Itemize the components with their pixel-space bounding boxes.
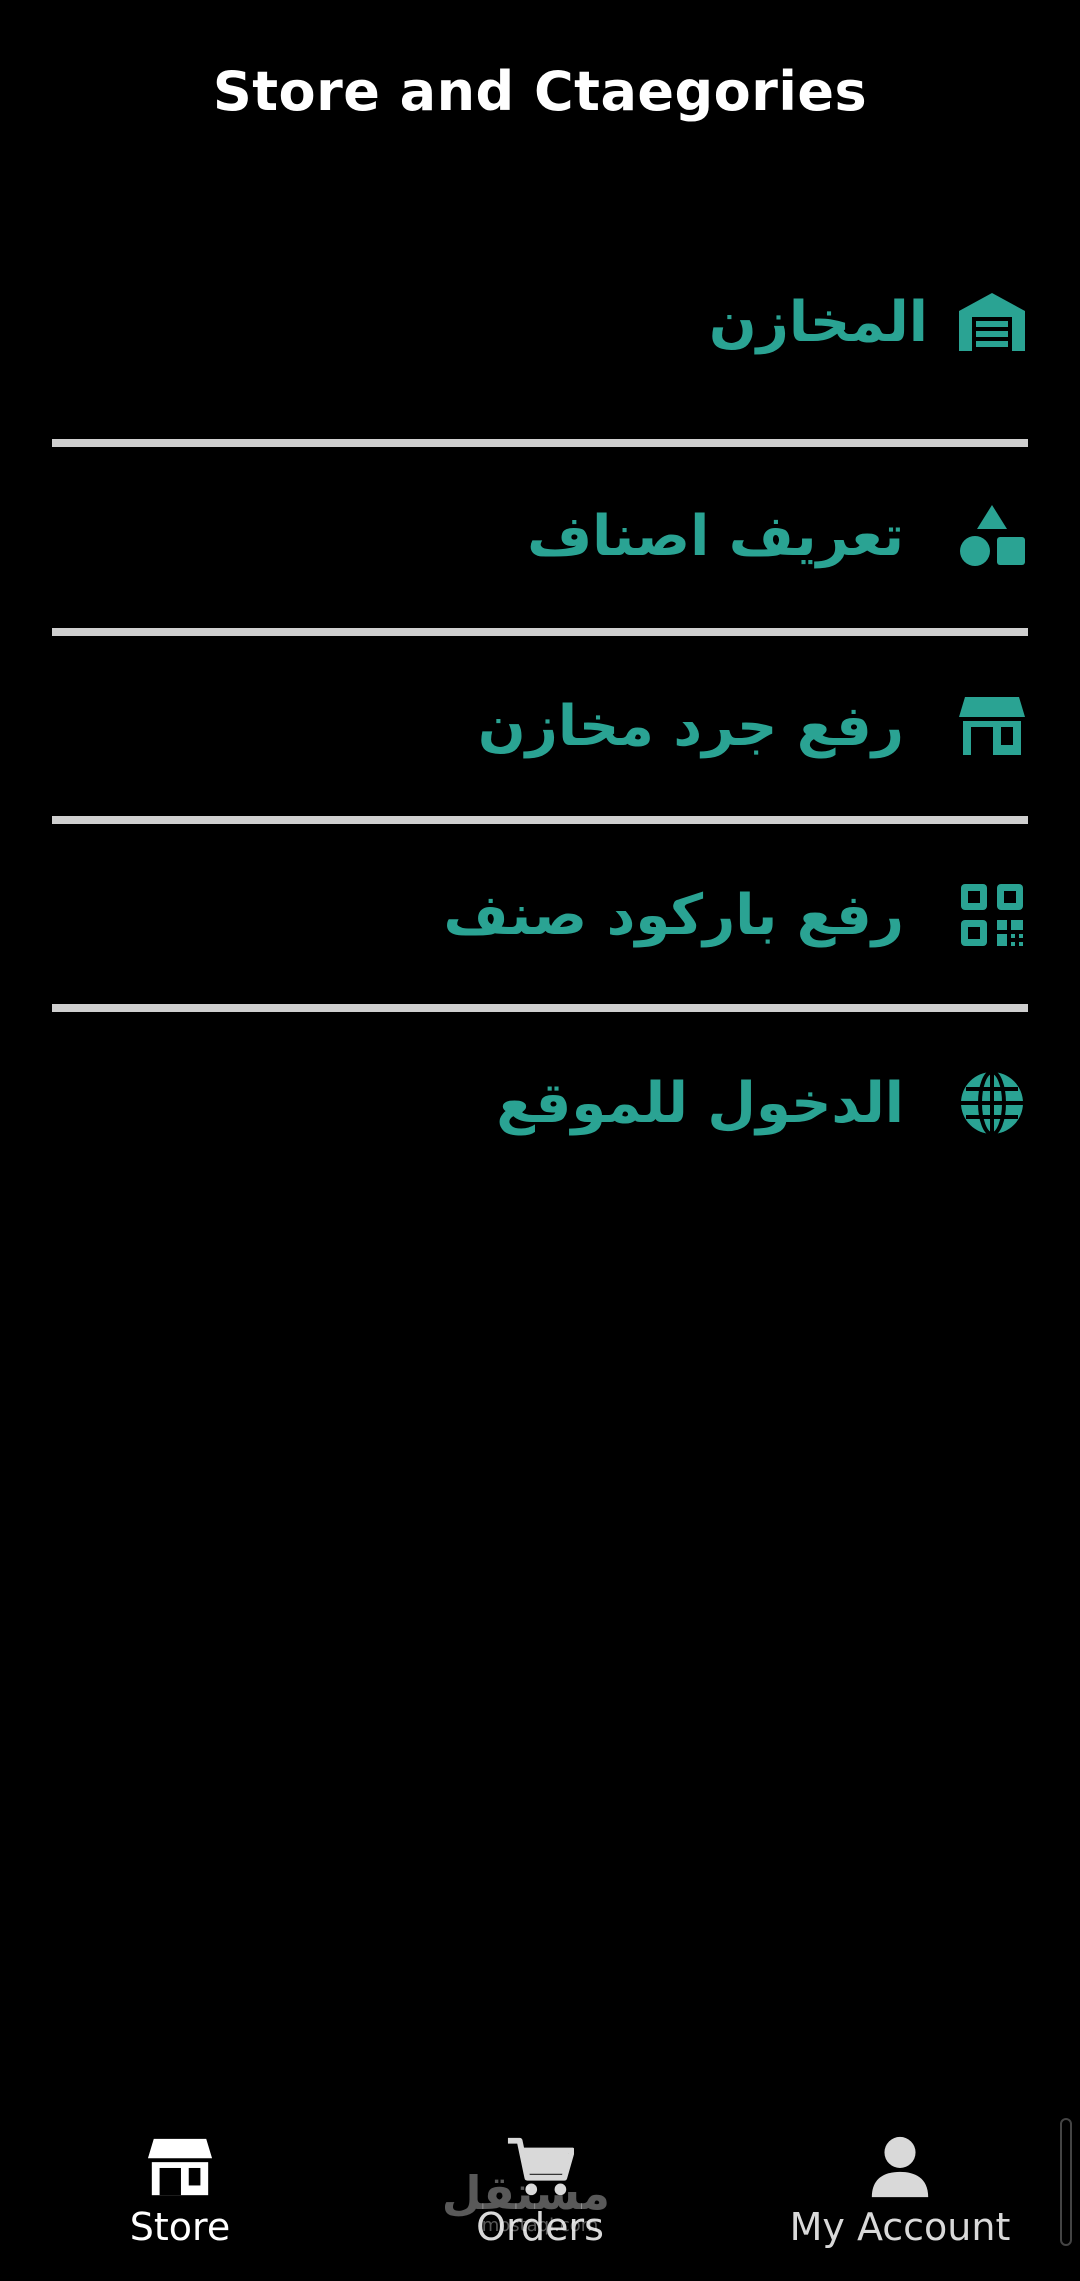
menu-item-upload-barcode[interactable]: رفع باركود صنف [52,855,1028,975]
divider [52,1004,1028,1012]
bottom-navigation: Store Orders My Account [0,2121,1080,2281]
menu-item-label: المخازن [708,289,928,355]
nav-item-orders[interactable]: Orders [360,2121,720,2281]
menu-item-label: تعريف اصناف [527,503,904,569]
menu-item-upload-inventory[interactable]: رفع جرد مخازن [52,666,1028,786]
nav-label: Orders [476,2205,604,2249]
menu-item-warehouses[interactable]: المخازن [52,262,1028,382]
divider [52,816,1028,824]
store-icon [956,690,1028,762]
menu-item-define-categories[interactable]: تعريف اصناف [52,476,1028,596]
nav-item-my-account[interactable]: My Account [720,2121,1080,2281]
page-title: Store and Ctaegories [212,60,868,123]
warehouse-icon [956,286,1028,358]
scrollbar[interactable] [1060,2118,1072,2246]
store-icon [146,2133,214,2201]
menu-item-label: رفع باركود صنف [443,882,904,948]
globe-icon [956,1067,1028,1139]
menu-item-label: الدخول للموقع [496,1070,904,1136]
cart-icon [506,2133,574,2201]
person-icon [866,2133,934,2201]
divider [52,628,1028,636]
nav-label: Store [129,2205,231,2249]
menu-item-label: رفع جرد مخازن [477,693,904,759]
menu-item-website-login[interactable]: الدخول للموقع [52,1043,1028,1163]
divider [52,439,1028,447]
nav-label: My Account [789,2205,1011,2249]
shapes-icon [956,500,1028,572]
qr-code-icon [956,879,1028,951]
nav-item-store[interactable]: Store [0,2121,360,2281]
